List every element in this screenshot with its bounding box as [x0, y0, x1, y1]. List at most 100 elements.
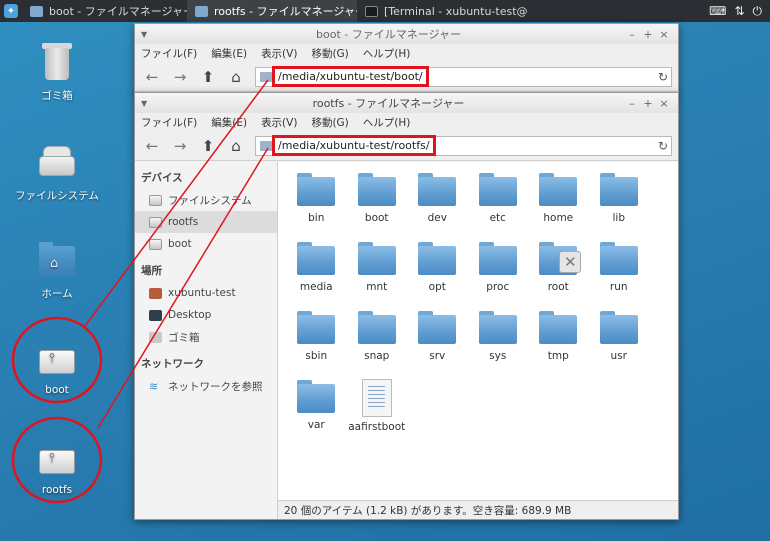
folder-icon: [478, 311, 517, 344]
file-label: opt: [428, 281, 446, 293]
locked-folder-icon: ✕: [539, 242, 582, 275]
file-label: usr: [610, 350, 627, 362]
folder-icon: [297, 242, 336, 275]
home-icon[interactable]: ⌂: [227, 68, 245, 86]
sidebar-item-filesystem[interactable]: ファイルシステム: [135, 189, 277, 211]
file-item-opt[interactable]: opt: [407, 239, 468, 301]
taskbar-item-boot[interactable]: boot - ファイルマネージャー: [22, 0, 187, 22]
status-bar: 20 個のアイテム (1.2 kB) があります。空き容量: 689.9 MB: [278, 500, 678, 519]
boot-window[interactable]: ▼ boot - ファイルマネージャー – + × ファイル(F) 編集(E) …: [134, 23, 679, 95]
up-arrow-icon[interactable]: ⬆: [199, 137, 217, 155]
file-item-var[interactable]: var: [286, 377, 347, 439]
file-item-boot[interactable]: boot: [347, 170, 408, 232]
desktop-icon: [149, 309, 162, 321]
close-icon[interactable]: ×: [656, 97, 672, 110]
xubuntu-logo-icon: ✦: [4, 4, 18, 18]
back-arrow-icon[interactable]: ←: [143, 137, 161, 155]
file-item-aafirstboot[interactable]: aafirstboot: [347, 377, 408, 439]
file-item-snap[interactable]: snap: [347, 308, 408, 370]
text-file-icon: [361, 379, 392, 417]
reload-icon[interactable]: ↻: [655, 139, 671, 153]
file-label: media: [299, 281, 333, 293]
forward-arrow-icon[interactable]: →: [171, 68, 189, 86]
power-icon[interactable]: ⏻: [753, 4, 763, 19]
menu-edit[interactable]: 編集(E): [211, 46, 247, 61]
desktop-icon-rootfs[interactable]: ⫯ rootfs: [12, 436, 102, 496]
file-item-srv[interactable]: srv: [407, 308, 468, 370]
no-access-icon: ✕: [559, 251, 582, 273]
file-item-bin[interactable]: bin: [286, 170, 347, 232]
sidebar-item-home[interactable]: xubuntu-test: [135, 282, 277, 304]
file-label: lib: [612, 212, 626, 224]
home-icon[interactable]: ⌂: [227, 137, 245, 155]
network-icon[interactable]: ⇅: [734, 4, 744, 19]
file-item-media[interactable]: media: [286, 239, 347, 301]
up-arrow-icon[interactable]: ⬆: [199, 68, 217, 86]
file-item-usr[interactable]: usr: [589, 308, 650, 370]
file-item-run[interactable]: run: [589, 239, 650, 301]
file-item-proc[interactable]: proc: [468, 239, 529, 301]
file-item-etc[interactable]: etc: [468, 170, 529, 232]
close-icon[interactable]: ×: [656, 28, 672, 41]
boot-titlebar[interactable]: ▼ boot - ファイルマネージャー – + ×: [135, 24, 678, 44]
rootfs-titlebar[interactable]: ▼ rootfs - ファイルマネージャー – + ×: [135, 93, 678, 113]
maximize-icon[interactable]: +: [640, 28, 656, 41]
file-item-tmp[interactable]: tmp: [528, 308, 589, 370]
file-item-mnt[interactable]: mnt: [347, 239, 408, 301]
reload-icon[interactable]: ↻: [655, 70, 671, 84]
file-item-root[interactable]: ✕ root: [528, 239, 589, 301]
drive-icon: [260, 140, 272, 151]
menu-help[interactable]: ヘルプ(H): [363, 115, 411, 130]
window-menu-icon[interactable]: ▼: [141, 99, 153, 108]
minimize-icon[interactable]: –: [624, 97, 640, 110]
file-label: var: [307, 419, 325, 431]
maximize-icon[interactable]: +: [640, 97, 656, 110]
file-item-dev[interactable]: dev: [407, 170, 468, 232]
menu-view[interactable]: 表示(V): [261, 115, 297, 130]
file-label: aafirstboot: [348, 421, 406, 433]
sidebar-item-rootfs[interactable]: rootfs: [135, 211, 277, 233]
rootfs-location-bar[interactable]: /media/xubuntu-test/rootfs/ ↻: [255, 135, 672, 156]
rootfs-window[interactable]: ▼ rootfs - ファイルマネージャー – + × ファイル(F) 編集(E…: [134, 92, 679, 520]
file-item-lib[interactable]: lib: [589, 170, 650, 232]
sidebar-item-desktop[interactable]: Desktop: [135, 304, 277, 326]
menu-file[interactable]: ファイル(F): [141, 115, 197, 130]
file-item-sys[interactable]: sys: [468, 308, 529, 370]
usb-drive-icon: ⫯: [35, 436, 79, 480]
menu-help[interactable]: ヘルプ(H): [363, 46, 411, 61]
menu-edit[interactable]: 編集(E): [211, 115, 247, 130]
taskbar-item-rootfs[interactable]: rootfs - ファイルマネージャー: [187, 0, 357, 22]
menu-go[interactable]: 移動(G): [311, 115, 348, 130]
back-arrow-icon[interactable]: ←: [143, 68, 161, 86]
file-label: snap: [364, 350, 390, 362]
sidebar-header-places: 場所: [141, 265, 162, 277]
menu-view[interactable]: 表示(V): [261, 46, 297, 61]
folder-icon: [599, 311, 638, 344]
file-label: home: [543, 212, 574, 224]
window-menu-icon[interactable]: ▼: [141, 30, 153, 39]
folder-icon: [478, 242, 517, 275]
file-item-home[interactable]: home: [528, 170, 589, 232]
boot-location-bar[interactable]: /media/xubuntu-test/boot/ ↻: [255, 66, 672, 87]
sidebar-header-devices: デバイス: [141, 172, 183, 184]
minimize-icon[interactable]: –: [624, 28, 640, 41]
rootfs-menubar: ファイル(F) 編集(E) 表示(V) 移動(G) ヘルプ(H): [135, 113, 678, 131]
menu-go[interactable]: 移動(G): [311, 46, 348, 61]
folder-icon: [418, 173, 457, 206]
desktop-icon-trash[interactable]: ゴミ箱: [12, 40, 102, 103]
file-view[interactable]: bin boot dev etc home lib media mnt opt proc ✕ root…: [278, 162, 678, 519]
taskbar-item-terminal[interactable]: [Terminal - xubuntu-test@ub...: [357, 0, 527, 22]
desktop-icon-home[interactable]: ⌂ ホーム: [12, 238, 102, 301]
keyboard-icon[interactable]: ⌨: [709, 4, 726, 19]
menu-file[interactable]: ファイル(F): [141, 46, 197, 61]
sidebar-item-browse-network[interactable]: ≋ ネットワークを参照: [135, 375, 277, 397]
sidebar-item-boot[interactable]: boot: [135, 233, 277, 255]
folder-icon: [599, 173, 638, 206]
folder-icon: [297, 311, 336, 344]
desktop-icon-boot[interactable]: ⫯ boot: [12, 336, 102, 396]
desktop-icon-filesystem[interactable]: ファイルシステム: [12, 140, 102, 203]
file-item-sbin[interactable]: sbin: [286, 308, 347, 370]
whisker-menu-button[interactable]: ✦: [0, 0, 22, 22]
sidebar-item-trash[interactable]: ゴミ箱: [135, 326, 277, 348]
forward-arrow-icon[interactable]: →: [171, 137, 189, 155]
